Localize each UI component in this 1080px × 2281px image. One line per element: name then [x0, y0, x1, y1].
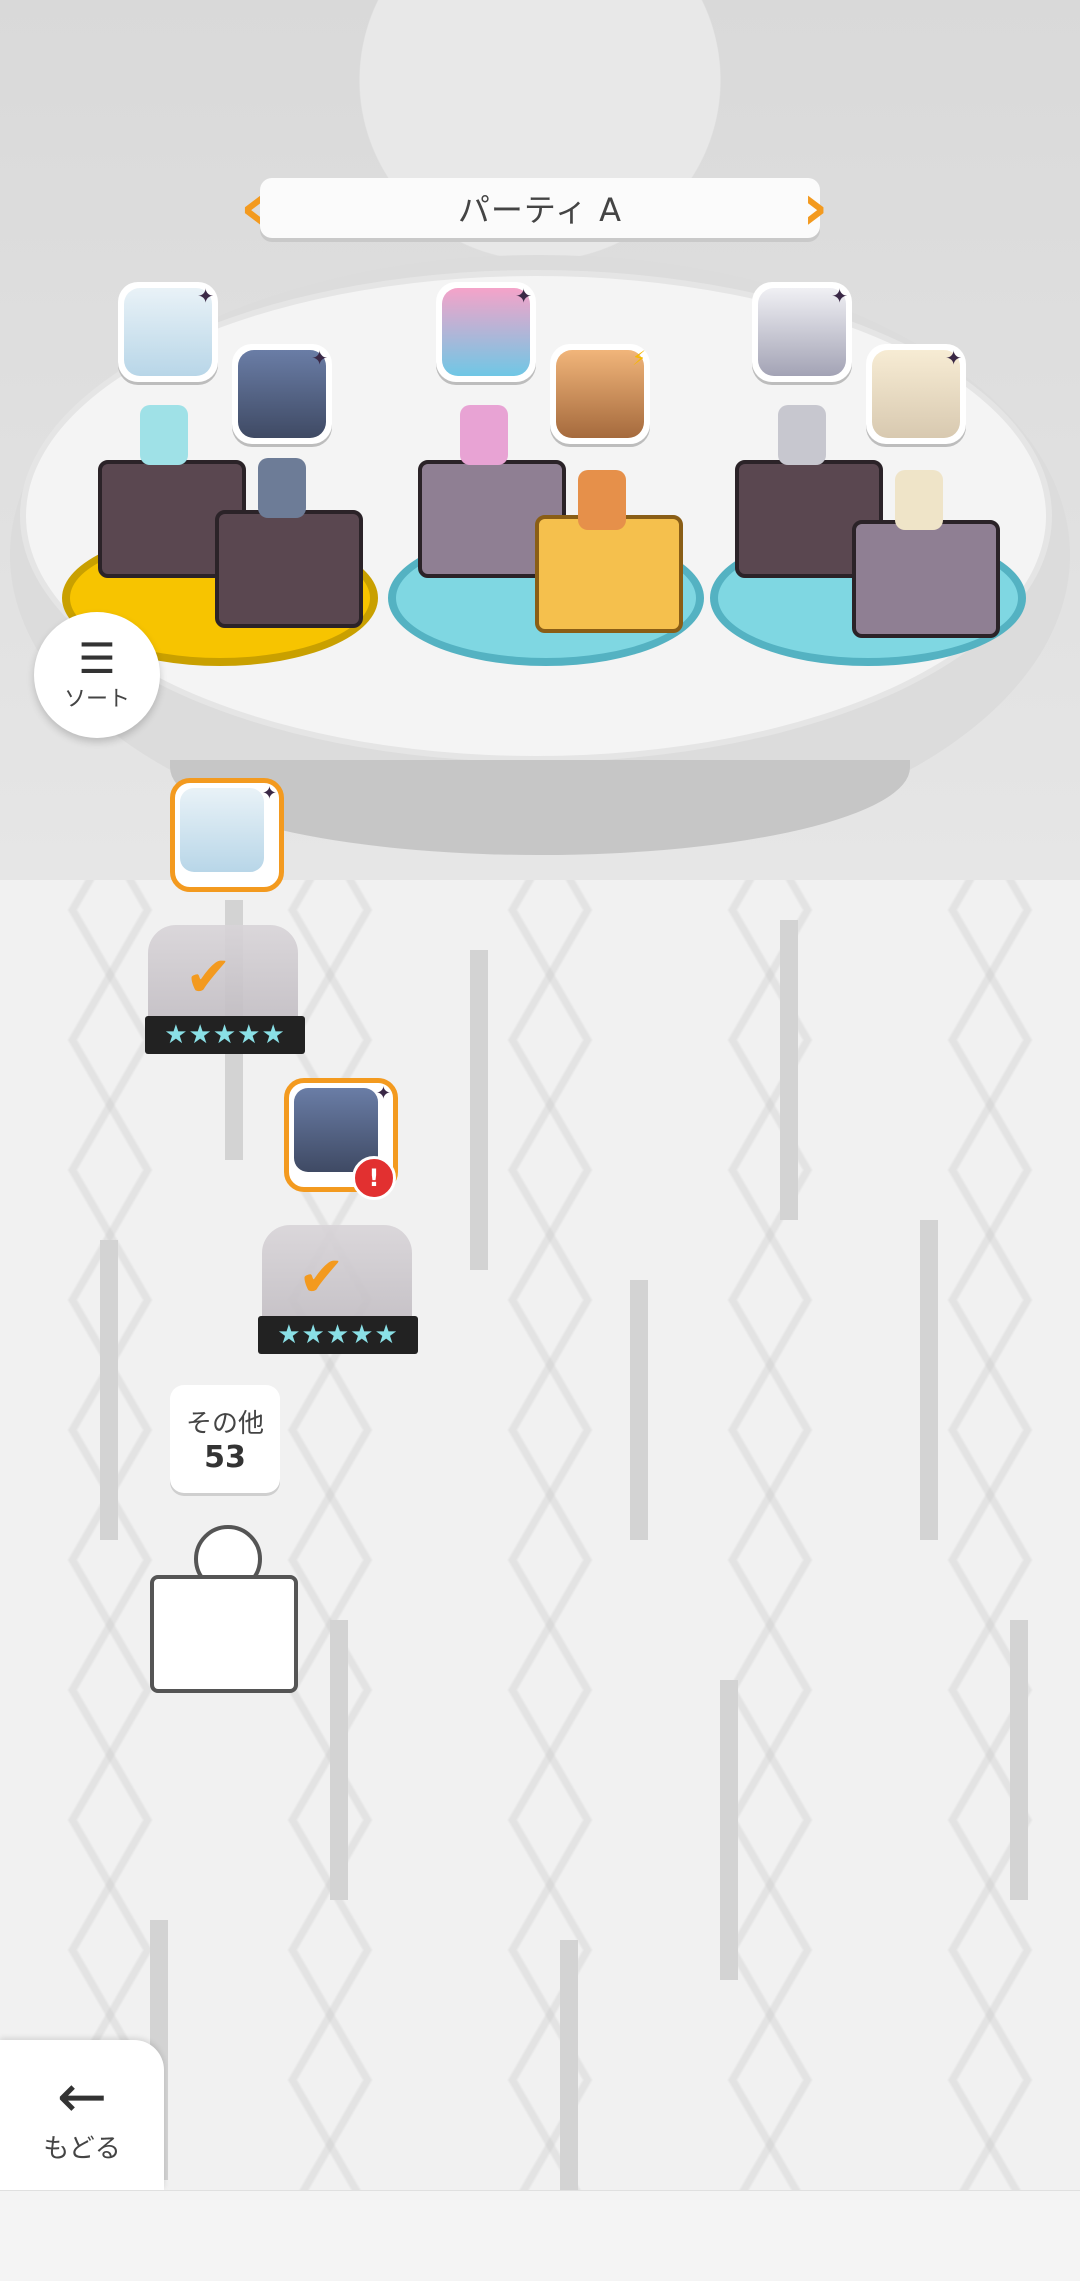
unit-portrait[interactable]: ✦ — [118, 282, 218, 382]
unit-sprite[interactable] — [258, 458, 306, 518]
unit-portrait[interactable]: ✦ — [866, 344, 966, 444]
sort-icon: ☰ — [78, 634, 116, 683]
rarity-stars: ★★★★★ — [145, 1016, 305, 1054]
bottom-bar — [0, 2190, 1080, 2281]
pedestal-block — [535, 515, 683, 633]
sort-label: ソート — [63, 687, 130, 712]
check-icon: ✔ — [185, 945, 232, 1010]
pedestal-block — [215, 510, 363, 628]
element-thunder-icon: ⚡ — [631, 346, 646, 370]
unit-sprite[interactable] — [578, 470, 626, 530]
element-dark-icon: ✦ — [375, 1083, 391, 1104]
unit-portrait[interactable]: ⚡ — [550, 344, 650, 444]
unit-portrait[interactable]: ✦ — [436, 282, 536, 382]
character-face — [556, 350, 644, 438]
check-icon: ✔ — [298, 1245, 345, 1310]
arrow-left-icon: ← — [56, 2061, 108, 2132]
placeholder-box — [150, 1575, 298, 1693]
element-dark-icon: ✦ — [831, 284, 848, 308]
alert-badge: ! — [352, 1156, 396, 1200]
unit-sprite[interactable] — [778, 405, 826, 465]
back-button[interactable]: ← もどる — [0, 2040, 164, 2190]
element-dark-icon: ✦ — [197, 284, 214, 308]
element-dark-icon: ✦ — [945, 346, 962, 370]
element-dark-icon: ✦ — [515, 284, 532, 308]
pedestal-block — [852, 520, 1000, 638]
unit-list-portrait[interactable]: ✦ — [170, 778, 284, 892]
unit-sprite[interactable] — [895, 470, 943, 530]
empty-unit-pedestal[interactable] — [150, 1525, 298, 1693]
unit-portrait[interactable]: ✦ — [752, 282, 852, 382]
element-dark-icon: ✦ — [311, 346, 328, 370]
others-count: 53 — [204, 1440, 246, 1475]
element-dark-icon: ✦ — [261, 783, 277, 804]
party-title: パーティ A — [457, 191, 623, 229]
unit-sprite[interactable] — [140, 405, 188, 465]
sort-button[interactable]: ☰ ソート — [34, 612, 160, 738]
character-face — [180, 788, 264, 872]
others-label: その他 — [185, 1409, 264, 1439]
unit-portrait[interactable]: ✦ — [232, 344, 332, 444]
rarity-stars: ★★★★★ — [258, 1316, 418, 1354]
party-title-bar: パーティ A — [260, 178, 820, 238]
next-party-button[interactable]: › — [802, 176, 830, 240]
unit-sprite[interactable] — [460, 405, 508, 465]
others-bubble[interactable]: その他 53 — [170, 1385, 280, 1493]
back-label: もどる — [43, 2133, 121, 2164]
